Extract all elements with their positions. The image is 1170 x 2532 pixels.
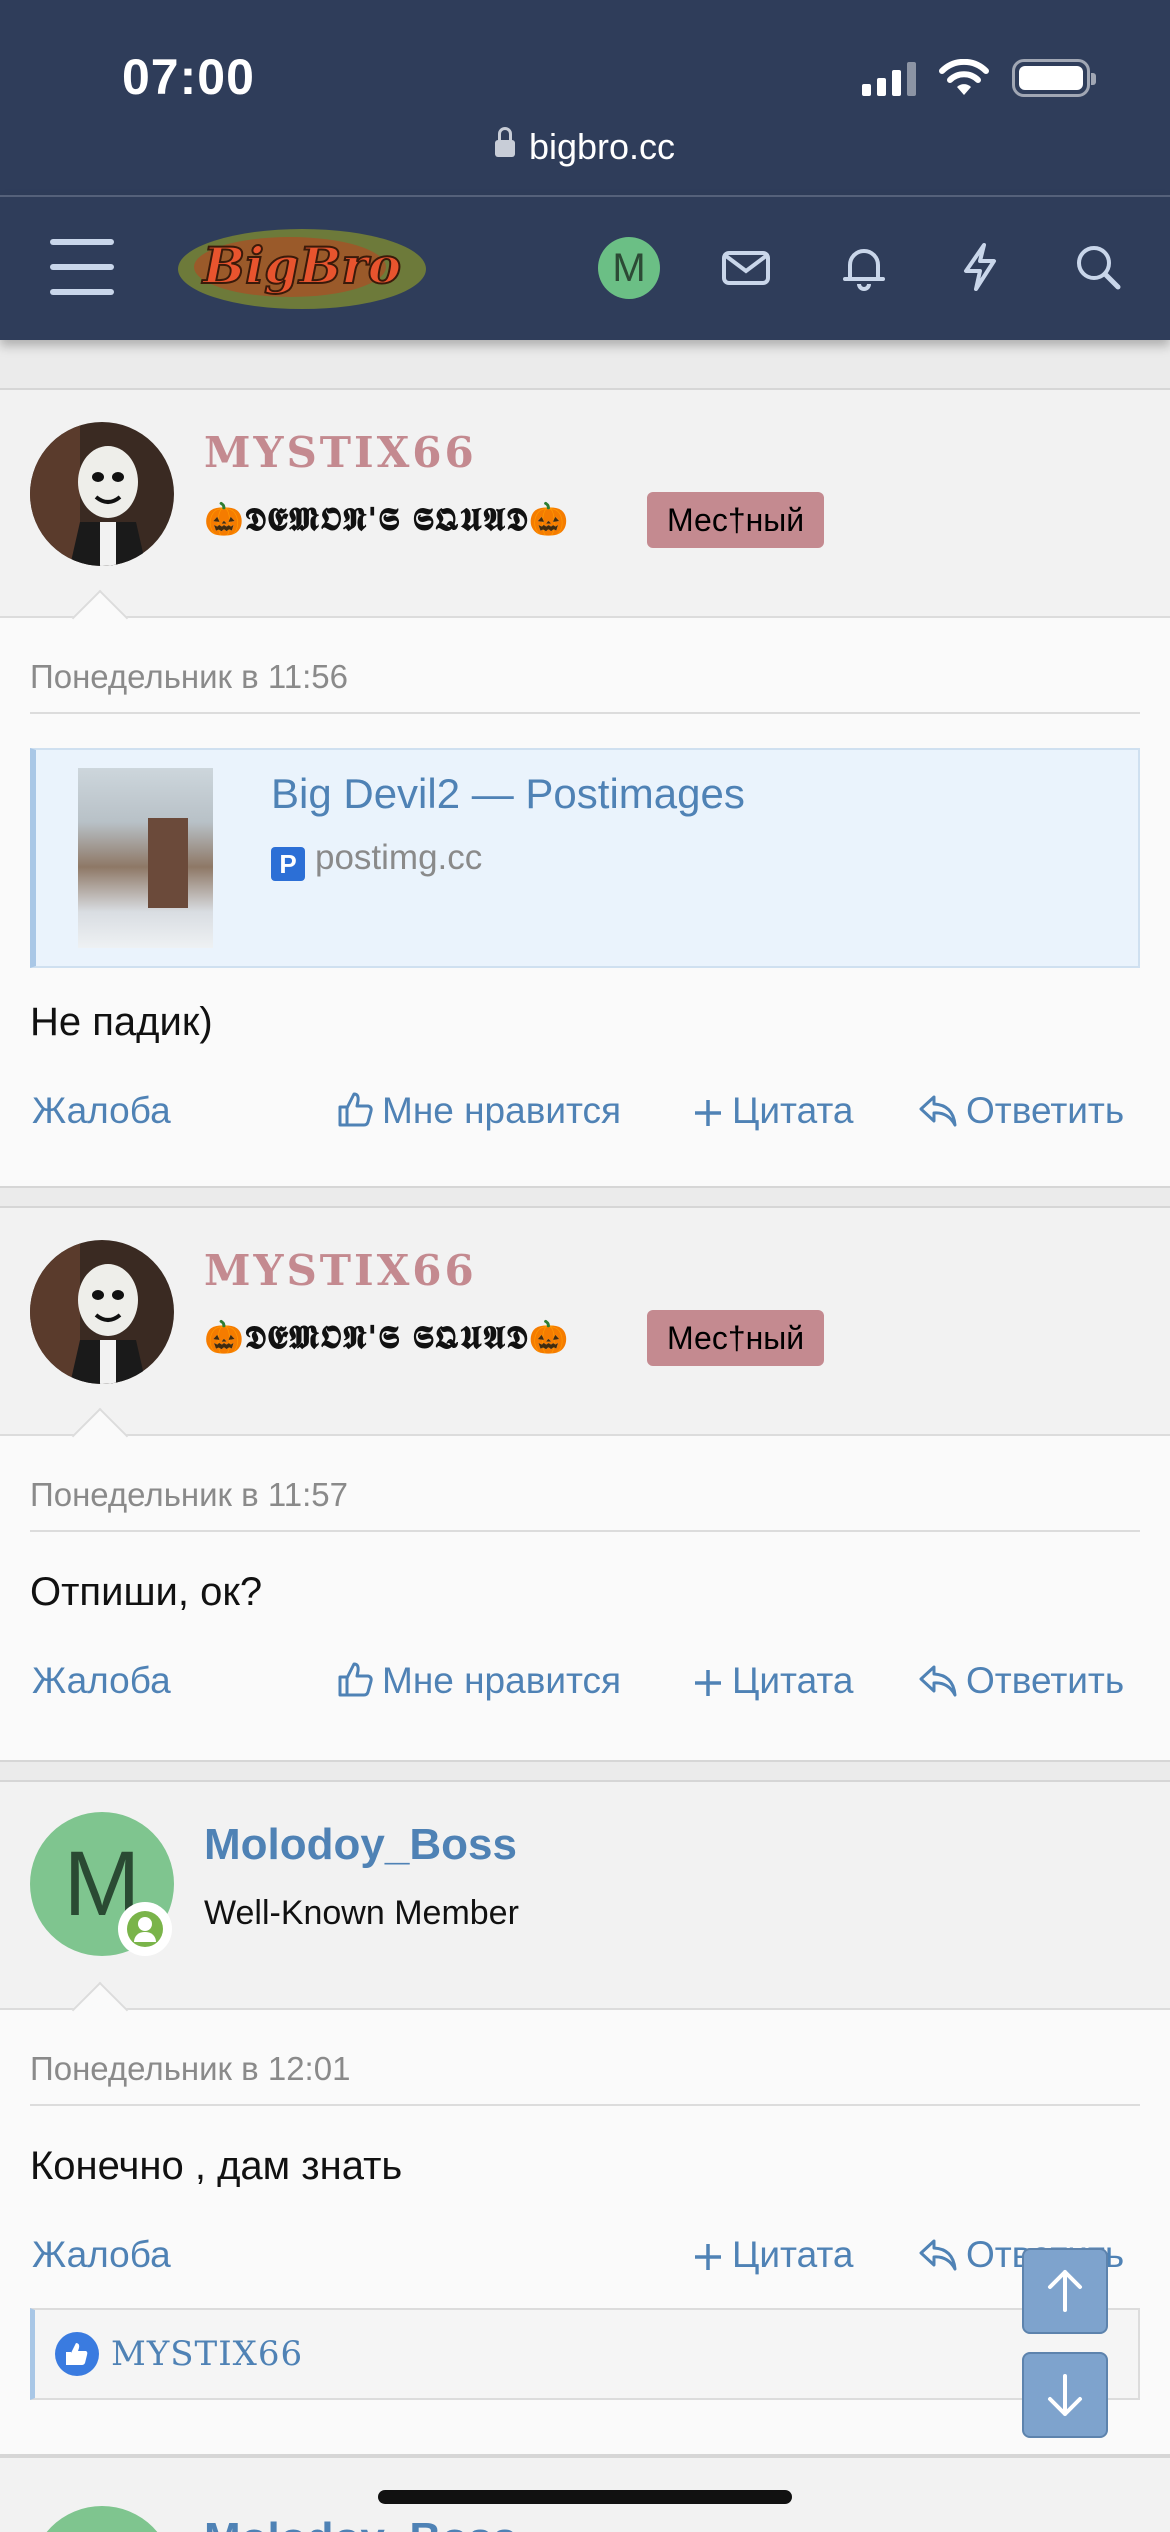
thumbs-up-icon (338, 1092, 373, 1127)
reply-arrow-icon (919, 1665, 957, 1697)
link-preview-site: Ppostimg.cc (271, 838, 482, 881)
post-author-block: M Molodoy_Boss Well-Known Member (0, 1782, 1170, 2039)
arrow-up-icon (1048, 2270, 1082, 2312)
post-author-block: MYSTIX66 🎃𝕯𝕰𝕸𝕺𝕹'𝕾 𝕾𝕼𝖀𝕬𝕯🎃 Мес†ный (0, 390, 1170, 647)
site-navbar: BigBro M (0, 195, 1170, 340)
url-text: bigbro.cc (528, 126, 676, 167)
plus-icon (695, 1670, 721, 1696)
postimages-favicon-icon: P (271, 847, 305, 881)
arrow-down-icon (1048, 2374, 1082, 2416)
reply-arrow-icon (919, 1095, 957, 1127)
reactions-bar[interactable]: MYSTIX66 (30, 2308, 1140, 2400)
post-message: Не падик) (30, 1000, 213, 1044)
like-button[interactable]: Мне нравится (336, 1660, 621, 1702)
post: MYSTIX66 🎃𝕯𝕰𝕸𝕺𝕹'𝕾 𝕾𝕼𝖀𝕬𝕯🎃 Мес†ный Понедел… (0, 1206, 1170, 1762)
plus-icon (695, 2244, 721, 2270)
like-button[interactable]: Мне нравится (336, 1090, 621, 1132)
reaction-username[interactable]: MYSTIX66 (111, 2334, 303, 2374)
post-actions: Жалоба Мне нравится Цитата Ответить (30, 1080, 1140, 1160)
report-button[interactable]: Жалоба (32, 1660, 171, 1702)
thumbs-up-icon (338, 1662, 373, 1697)
home-indicator[interactable] (378, 2490, 792, 2504)
post-message: Отпиши, ок? (30, 1570, 263, 1614)
post-date[interactable]: Понедельник в 11:56 (30, 618, 1140, 714)
avatar[interactable] (30, 422, 174, 566)
avatar[interactable] (30, 1240, 174, 1384)
battery-icon (1012, 59, 1096, 97)
quote-button[interactable]: Цитата (692, 1660, 853, 1702)
link-preview-title[interactable]: Big Devil2 — Postimages (271, 770, 745, 818)
address-bar[interactable]: bigbro.cc (0, 126, 1170, 168)
logo-text: BigBro (201, 236, 401, 295)
user-title: 🎃𝕯𝕰𝕸𝕺𝕹'𝕾 𝕾𝕼𝖀𝕬𝕯🎃 (204, 1318, 570, 1356)
cellular-signal-icon (862, 60, 916, 96)
report-button[interactable]: Жалоба (32, 1090, 171, 1132)
post-message: Конечно , дам знать (30, 2144, 403, 2188)
reply-button[interactable]: Ответить (918, 1660, 1124, 1702)
post-username[interactable]: Molodoy_Boss (204, 1820, 517, 1870)
avatar[interactable] (30, 2506, 174, 2532)
like-reaction-icon (55, 2332, 99, 2376)
link-preview-thumbnail (78, 768, 213, 948)
scroll-to-bottom-button[interactable] (1022, 2352, 1108, 2438)
user-title: 🎃𝕯𝕰𝕸𝕺𝕹'𝕾 𝕾𝕼𝖀𝕬𝕯🎃 (204, 500, 570, 538)
quote-button[interactable]: Цитата (692, 1090, 853, 1132)
status-time: 07:00 (122, 49, 255, 105)
status-icons (862, 58, 1096, 98)
post-actions: Жалоба Мне нравится Цитата Ответить (30, 1650, 1140, 1730)
account-avatar[interactable]: M (598, 237, 660, 299)
post-author-block: MYSTIX66 🎃𝕯𝕰𝕸𝕺𝕹'𝕾 𝕾𝕼𝖀𝕬𝕯🎃 Мес†ный (0, 1208, 1170, 1465)
user-title: Well-Known Member (204, 1894, 519, 1932)
envelope-icon[interactable] (720, 241, 772, 293)
user-rank-badge: Мес†ный (647, 1310, 825, 1366)
post-date[interactable]: Понедельник в 12:01 (30, 2010, 1140, 2106)
lock-icon (494, 127, 515, 157)
post-date[interactable]: Понедельник в 11:57 (30, 1436, 1140, 1532)
link-preview[interactable]: Big Devil2 — Postimages Ppostimg.cc (30, 748, 1140, 968)
bell-icon[interactable] (838, 241, 890, 293)
scroll-to-top-button[interactable] (1022, 2248, 1108, 2334)
menu-icon[interactable] (50, 239, 114, 295)
online-status-icon (118, 1902, 172, 1956)
wifi-icon (939, 59, 989, 95)
report-button[interactable]: Жалоба (32, 2234, 171, 2276)
post: M Molodoy_Boss Well-Known Member Понедел… (0, 1780, 1170, 2456)
user-rank-badge: Мес†ный (647, 492, 825, 548)
plus-icon (695, 1100, 721, 1126)
post-username[interactable]: Molodoy_Boss (204, 2514, 517, 2532)
site-logo[interactable]: BigBro (172, 217, 432, 317)
quote-button[interactable]: Цитата (692, 2234, 853, 2276)
post-username[interactable]: MYSTIX66 (204, 428, 477, 477)
reply-arrow-icon (919, 2239, 957, 2271)
search-icon[interactable] (1072, 241, 1124, 293)
post-username[interactable]: MYSTIX66 (204, 1246, 477, 1295)
lightning-icon[interactable] (954, 241, 1006, 293)
post-actions: Жалоба Цитата Ответить (30, 2224, 1140, 2304)
reply-button[interactable]: Ответить (918, 1090, 1124, 1132)
browser-header: 07:00 bigbro.cc (0, 0, 1170, 195)
post: MYSTIX66 🎃𝕯𝕰𝕸𝕺𝕹'𝕾 𝕾𝕼𝖀𝕬𝕯🎃 Мес†ный Понедел… (0, 388, 1170, 1188)
